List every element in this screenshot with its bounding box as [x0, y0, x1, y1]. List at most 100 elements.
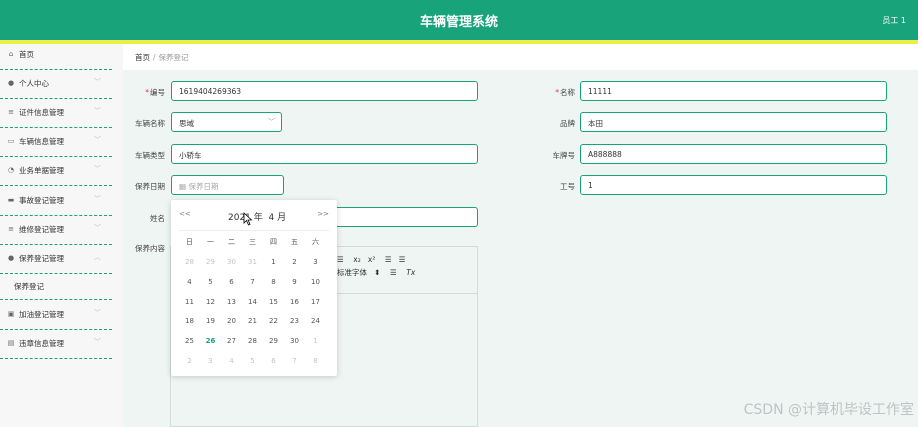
font-select[interactable]: 标准字体: [337, 268, 367, 277]
calendar-day[interactable]: 4: [179, 278, 200, 286]
calendar-day[interactable]: 2: [179, 357, 200, 365]
sidebar-item-label: 维修登记管理: [19, 225, 64, 234]
calendar-day[interactable]: 1: [263, 258, 284, 266]
bianhao-input[interactable]: 1619404269363: [171, 81, 478, 101]
baoyangriqi-input[interactable]: ▦ 保养日期: [171, 175, 284, 195]
list-icon[interactable]: ☰: [337, 255, 344, 264]
calendar-day[interactable]: 20: [221, 317, 242, 325]
calendar-day[interactable]: 6: [221, 278, 242, 286]
chepaihao-input[interactable]: A888888: [580, 144, 887, 164]
sidebar-subitem-label: 保养登记: [14, 282, 44, 291]
prev-year-button[interactable]: <<: [179, 210, 191, 218]
superscript-button[interactable]: x²: [368, 255, 375, 264]
home-icon: ⌂: [8, 50, 14, 58]
calendar-day[interactable]: 30: [284, 337, 305, 345]
calendar-day[interactable]: 9: [284, 278, 305, 286]
pinpai-input[interactable]: 本田: [580, 112, 887, 132]
calendar-day[interactable]: 13: [221, 298, 242, 306]
sidebar-item-label: 首页: [19, 50, 34, 59]
weekday-label: 二: [228, 238, 235, 246]
breadcrumb-home[interactable]: 首页: [135, 53, 150, 62]
calendar-day[interactable]: 12: [200, 298, 221, 306]
calendar-day[interactable]: 28: [242, 337, 263, 345]
calendar-day[interactable]: 7: [242, 278, 263, 286]
field-label-mingcheng: *名称: [555, 88, 575, 97]
cheliangmingcheng-select[interactable]: 思域 ﹀: [171, 112, 282, 132]
calendar-day[interactable]: 29: [263, 337, 284, 345]
chevron-down-icon: ﹀: [94, 309, 101, 317]
calendar-day[interactable]: 11: [179, 298, 200, 306]
calendar-day[interactable]: 1: [305, 337, 326, 345]
calendar-day[interactable]: 27: [221, 337, 242, 345]
font-select-arrow-icon[interactable]: ⬍: [374, 268, 380, 277]
list-icon: ≡: [8, 108, 14, 116]
calendar-day[interactable]: 31: [242, 258, 263, 266]
sidebar-item-label: 加油登记管理: [19, 310, 64, 319]
calendar-icon: ▦: [179, 182, 187, 191]
sidebar-item-3[interactable]: ▭ 车辆信息管理 ﹀: [0, 127, 112, 157]
date-picker-panel: << 2021 年 4 月 >> 日一二三四五六 28 29 30 31 1 2 3 4 5 6 7 8…: [171, 200, 337, 376]
calendar-day[interactable]: 24: [305, 317, 326, 325]
sidebar-item-6[interactable]: ≡ 维修登记管理 ﹀: [0, 215, 112, 245]
calendar-day[interactable]: 25: [179, 337, 200, 345]
cheliangleixing-input[interactable]: 小轿车: [171, 144, 478, 164]
calendar-day[interactable]: 2: [284, 258, 305, 266]
field-label-chepaihao: 车牌号: [552, 151, 576, 160]
sidebar-item-4[interactable]: ◔ 业务单据管理 ﹀: [0, 156, 112, 186]
calendar-day[interactable]: 5: [242, 357, 263, 365]
calendar-day[interactable]: 18: [179, 317, 200, 325]
sidebar-item-5[interactable]: ▬ 事故登记管理 ﹀: [0, 186, 112, 216]
field-label-baoyangriqi: 保养日期: [135, 182, 165, 191]
calendar-week-row: 2345678: [179, 357, 329, 367]
sidebar-subitem-baoyangdengji[interactable]: 保养登记: [0, 273, 112, 300]
calendar-day[interactable]: 3: [305, 258, 326, 266]
calendar-day[interactable]: 10: [305, 278, 326, 286]
calendar-day[interactable]: 15: [263, 298, 284, 306]
calendar-day[interactable]: 28: [179, 258, 200, 266]
breadcrumb: 首页 / 保养登记: [135, 52, 189, 63]
calendar-day[interactable]: 17: [305, 298, 326, 306]
sidebar-item-9[interactable]: ▤ 违章信息管理 ﹀: [0, 329, 112, 359]
calendar-day[interactable]: 8: [305, 357, 326, 365]
user-menu[interactable]: 员工 1: [882, 15, 906, 26]
next-year-button[interactable]: >>: [317, 210, 329, 218]
sidebar-item-8[interactable]: ▣ 加油登记管理 ﹀: [0, 300, 112, 330]
field-label-bianhao: *编号: [145, 88, 165, 97]
calendar-day[interactable]: 6: [263, 357, 284, 365]
sidebar-item-label: 证件信息管理: [19, 108, 64, 117]
calendar-day[interactable]: 19: [200, 317, 221, 325]
sidebar-item-1[interactable]: ● 个人中心 ﹀: [0, 69, 112, 99]
sidebar-item-2[interactable]: ≡ 证件信息管理 ﹀: [0, 98, 112, 128]
calendar-day[interactable]: 7: [284, 357, 305, 365]
indent-right-icon[interactable]: ☰: [399, 255, 406, 264]
editor-toolbar: ☰ x₂ x² ☰ ☰: [337, 255, 406, 264]
calendar-day[interactable]: 26: [200, 337, 221, 345]
sidebar-item-7[interactable]: ● 保养登记管理 ︿: [0, 244, 112, 274]
field-label-gonghao: 工号: [560, 182, 575, 191]
calendar-day[interactable]: 23: [284, 317, 305, 325]
indent-left-icon[interactable]: ☰: [385, 255, 392, 264]
clear-format-icon[interactable]: Tx: [406, 268, 415, 277]
sidebar-item-0[interactable]: ⌂ 首页: [0, 40, 112, 70]
calendar-day[interactable]: 16: [284, 298, 305, 306]
calendar-day[interactable]: 4: [221, 357, 242, 365]
calendar-day[interactable]: 3: [200, 357, 221, 365]
gonghao-input[interactable]: 1: [580, 175, 887, 195]
align-icon[interactable]: ☰: [390, 268, 397, 277]
field-label-cheliangmingcheng: 车辆名称: [135, 119, 165, 128]
mingcheng-input[interactable]: 11111: [580, 81, 887, 101]
calendar-day[interactable]: 8: [263, 278, 284, 286]
month-label[interactable]: 4 月: [269, 213, 287, 223]
calendar-day[interactable]: 5: [200, 278, 221, 286]
top-header: 车辆管理系统 员工 1: [0, 0, 918, 40]
mouse-cursor-icon: [243, 212, 253, 226]
calendar-day[interactable]: 21: [242, 317, 263, 325]
calendar-day[interactable]: 14: [242, 298, 263, 306]
calendar-week-row: 11 12 13 14 15 16 17: [179, 298, 329, 308]
calendar-day[interactable]: 22: [263, 317, 284, 325]
calendar-day[interactable]: 30: [221, 258, 242, 266]
calendar-day[interactable]: 29: [200, 258, 221, 266]
chevron-down-icon: ﹀: [94, 195, 101, 203]
subscript-button[interactable]: x₂: [353, 255, 360, 264]
field-label-xingming: 姓名: [150, 214, 165, 223]
